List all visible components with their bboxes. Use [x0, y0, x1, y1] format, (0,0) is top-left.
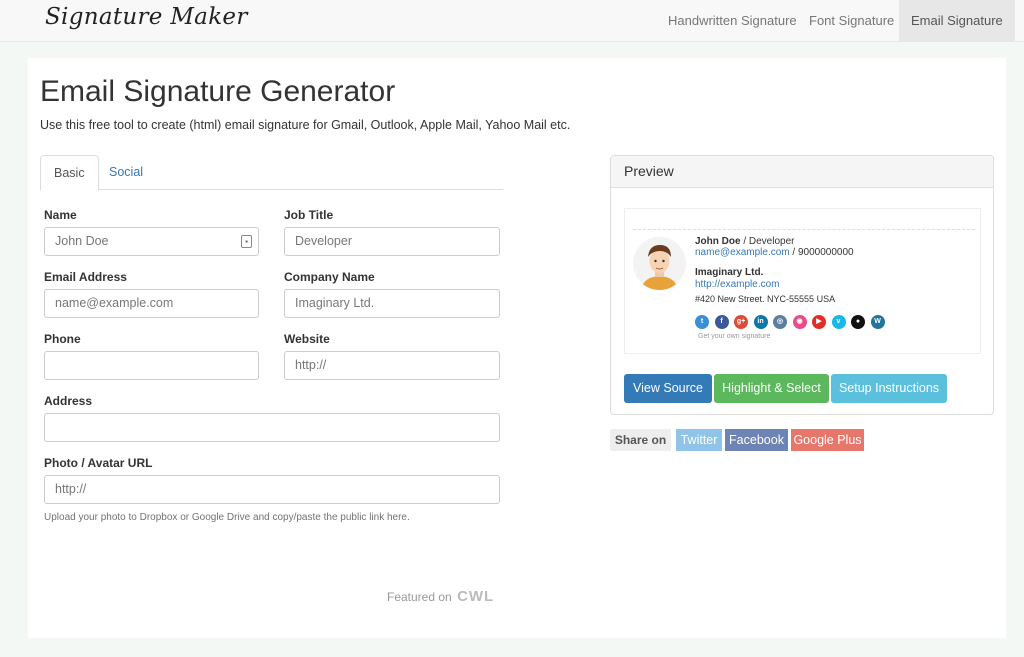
linkedin-icon[interactable]: in: [753, 315, 768, 329]
vimeo-icon[interactable]: v: [831, 315, 846, 329]
name-placeholder: John Doe: [55, 234, 109, 248]
form-tabs: Basic Social: [40, 155, 503, 191]
address-input[interactable]: [44, 413, 500, 442]
website-label: Website: [284, 332, 330, 346]
page-title: Email Signature Generator: [40, 75, 396, 108]
nav-handwritten-signature[interactable]: Handwritten Signature: [656, 0, 809, 42]
signature-name: John Doe: [695, 236, 741, 247]
page-description: Use this free tool to create (html) emai…: [40, 118, 571, 132]
signature-phone: / 9000000000: [789, 247, 854, 258]
setup-instructions-button[interactable]: Setup Instructions: [831, 374, 947, 403]
github-icon[interactable]: ●: [851, 315, 865, 329]
signature-company-name: Imaginary Ltd.: [695, 267, 764, 278]
tab-social[interactable]: Social: [96, 155, 156, 190]
phone-label: Phone: [44, 332, 81, 346]
main-content: Email Signature Generator Use this free …: [28, 58, 1006, 638]
email-input[interactable]: name@example.com: [44, 289, 259, 318]
contact-card-icon[interactable]: ▪: [241, 235, 252, 248]
photo-label: Photo / Avatar URL: [44, 456, 153, 470]
company-input[interactable]: Imaginary Ltd.: [284, 289, 500, 318]
job-title-label: Job Title: [284, 208, 334, 222]
name-label: Name: [44, 208, 77, 222]
share-label: Share on: [610, 429, 671, 451]
website-input[interactable]: http://: [284, 351, 500, 380]
view-source-button[interactable]: View Source: [624, 374, 712, 403]
avatar: [633, 237, 686, 290]
nav-font-signature[interactable]: Font Signature: [797, 0, 906, 42]
dribbble-icon[interactable]: ◉: [792, 315, 807, 329]
signature-title: / Developer: [740, 236, 795, 247]
highlight-select-button[interactable]: Highlight & Select: [714, 374, 829, 403]
signature-divider: [633, 229, 975, 230]
instagram-icon[interactable]: ◎: [773, 315, 787, 329]
featured-on[interactable]: Featured on CWL: [387, 588, 494, 605]
share-facebook-button[interactable]: Facebook: [725, 429, 788, 451]
phone-input[interactable]: [44, 351, 259, 380]
get-own-signature-link[interactable]: Get your own signature: [698, 333, 770, 340]
youtube-icon[interactable]: ▶: [812, 315, 826, 329]
signature-address: #420 New Street. NYC-55555 USA: [695, 294, 836, 304]
job-title-placeholder: Developer: [295, 234, 352, 248]
signature-name-line: John Doe / Developer: [695, 236, 794, 247]
website-placeholder: http://: [295, 358, 327, 372]
navbar: Signature Maker Handwritten Signature Fo…: [0, 0, 1024, 42]
signature-email-link[interactable]: name@example.com: [695, 247, 790, 258]
email-label: Email Address: [44, 270, 127, 284]
tab-basic[interactable]: Basic: [40, 155, 99, 191]
company-placeholder: Imaginary Ltd.: [295, 296, 375, 310]
job-title-input[interactable]: Developer: [284, 227, 500, 256]
share-google-plus-button[interactable]: Google Plus: [791, 429, 864, 451]
share-twitter-button[interactable]: Twitter: [676, 429, 722, 451]
wordpress-icon[interactable]: W: [870, 315, 885, 329]
signature-company: Imaginary Ltd.: [695, 267, 763, 278]
nav-email-signature[interactable]: Email Signature: [899, 0, 1015, 42]
signature-contact-line: name@example.com / 9000000000: [695, 247, 854, 258]
photo-url-input[interactable]: http://: [44, 475, 500, 504]
email-placeholder: name@example.com: [55, 296, 174, 310]
cwl-logo[interactable]: CWL: [457, 588, 494, 605]
signature-website-link[interactable]: http://example.com: [695, 279, 779, 290]
featured-label: Featured on: [387, 590, 452, 604]
preview-heading: Preview: [611, 156, 993, 188]
photo-url-placeholder: http://: [55, 482, 87, 496]
preview-panel: Preview John Doe / Developer name@exampl…: [610, 155, 994, 415]
company-label: Company Name: [284, 270, 375, 284]
twitter-icon[interactable]: t: [695, 315, 709, 329]
photo-help-text: Upload your photo to Dropbox or Google D…: [44, 512, 410, 523]
brand-logo[interactable]: Signature Maker: [45, 4, 248, 30]
name-input[interactable]: John Doe ▪: [44, 227, 259, 256]
address-label: Address: [44, 394, 93, 408]
signature-preview: John Doe / Developer name@example.com / …: [624, 208, 981, 354]
facebook-icon[interactable]: f: [714, 315, 729, 329]
google-plus-icon[interactable]: g+: [734, 315, 748, 329]
